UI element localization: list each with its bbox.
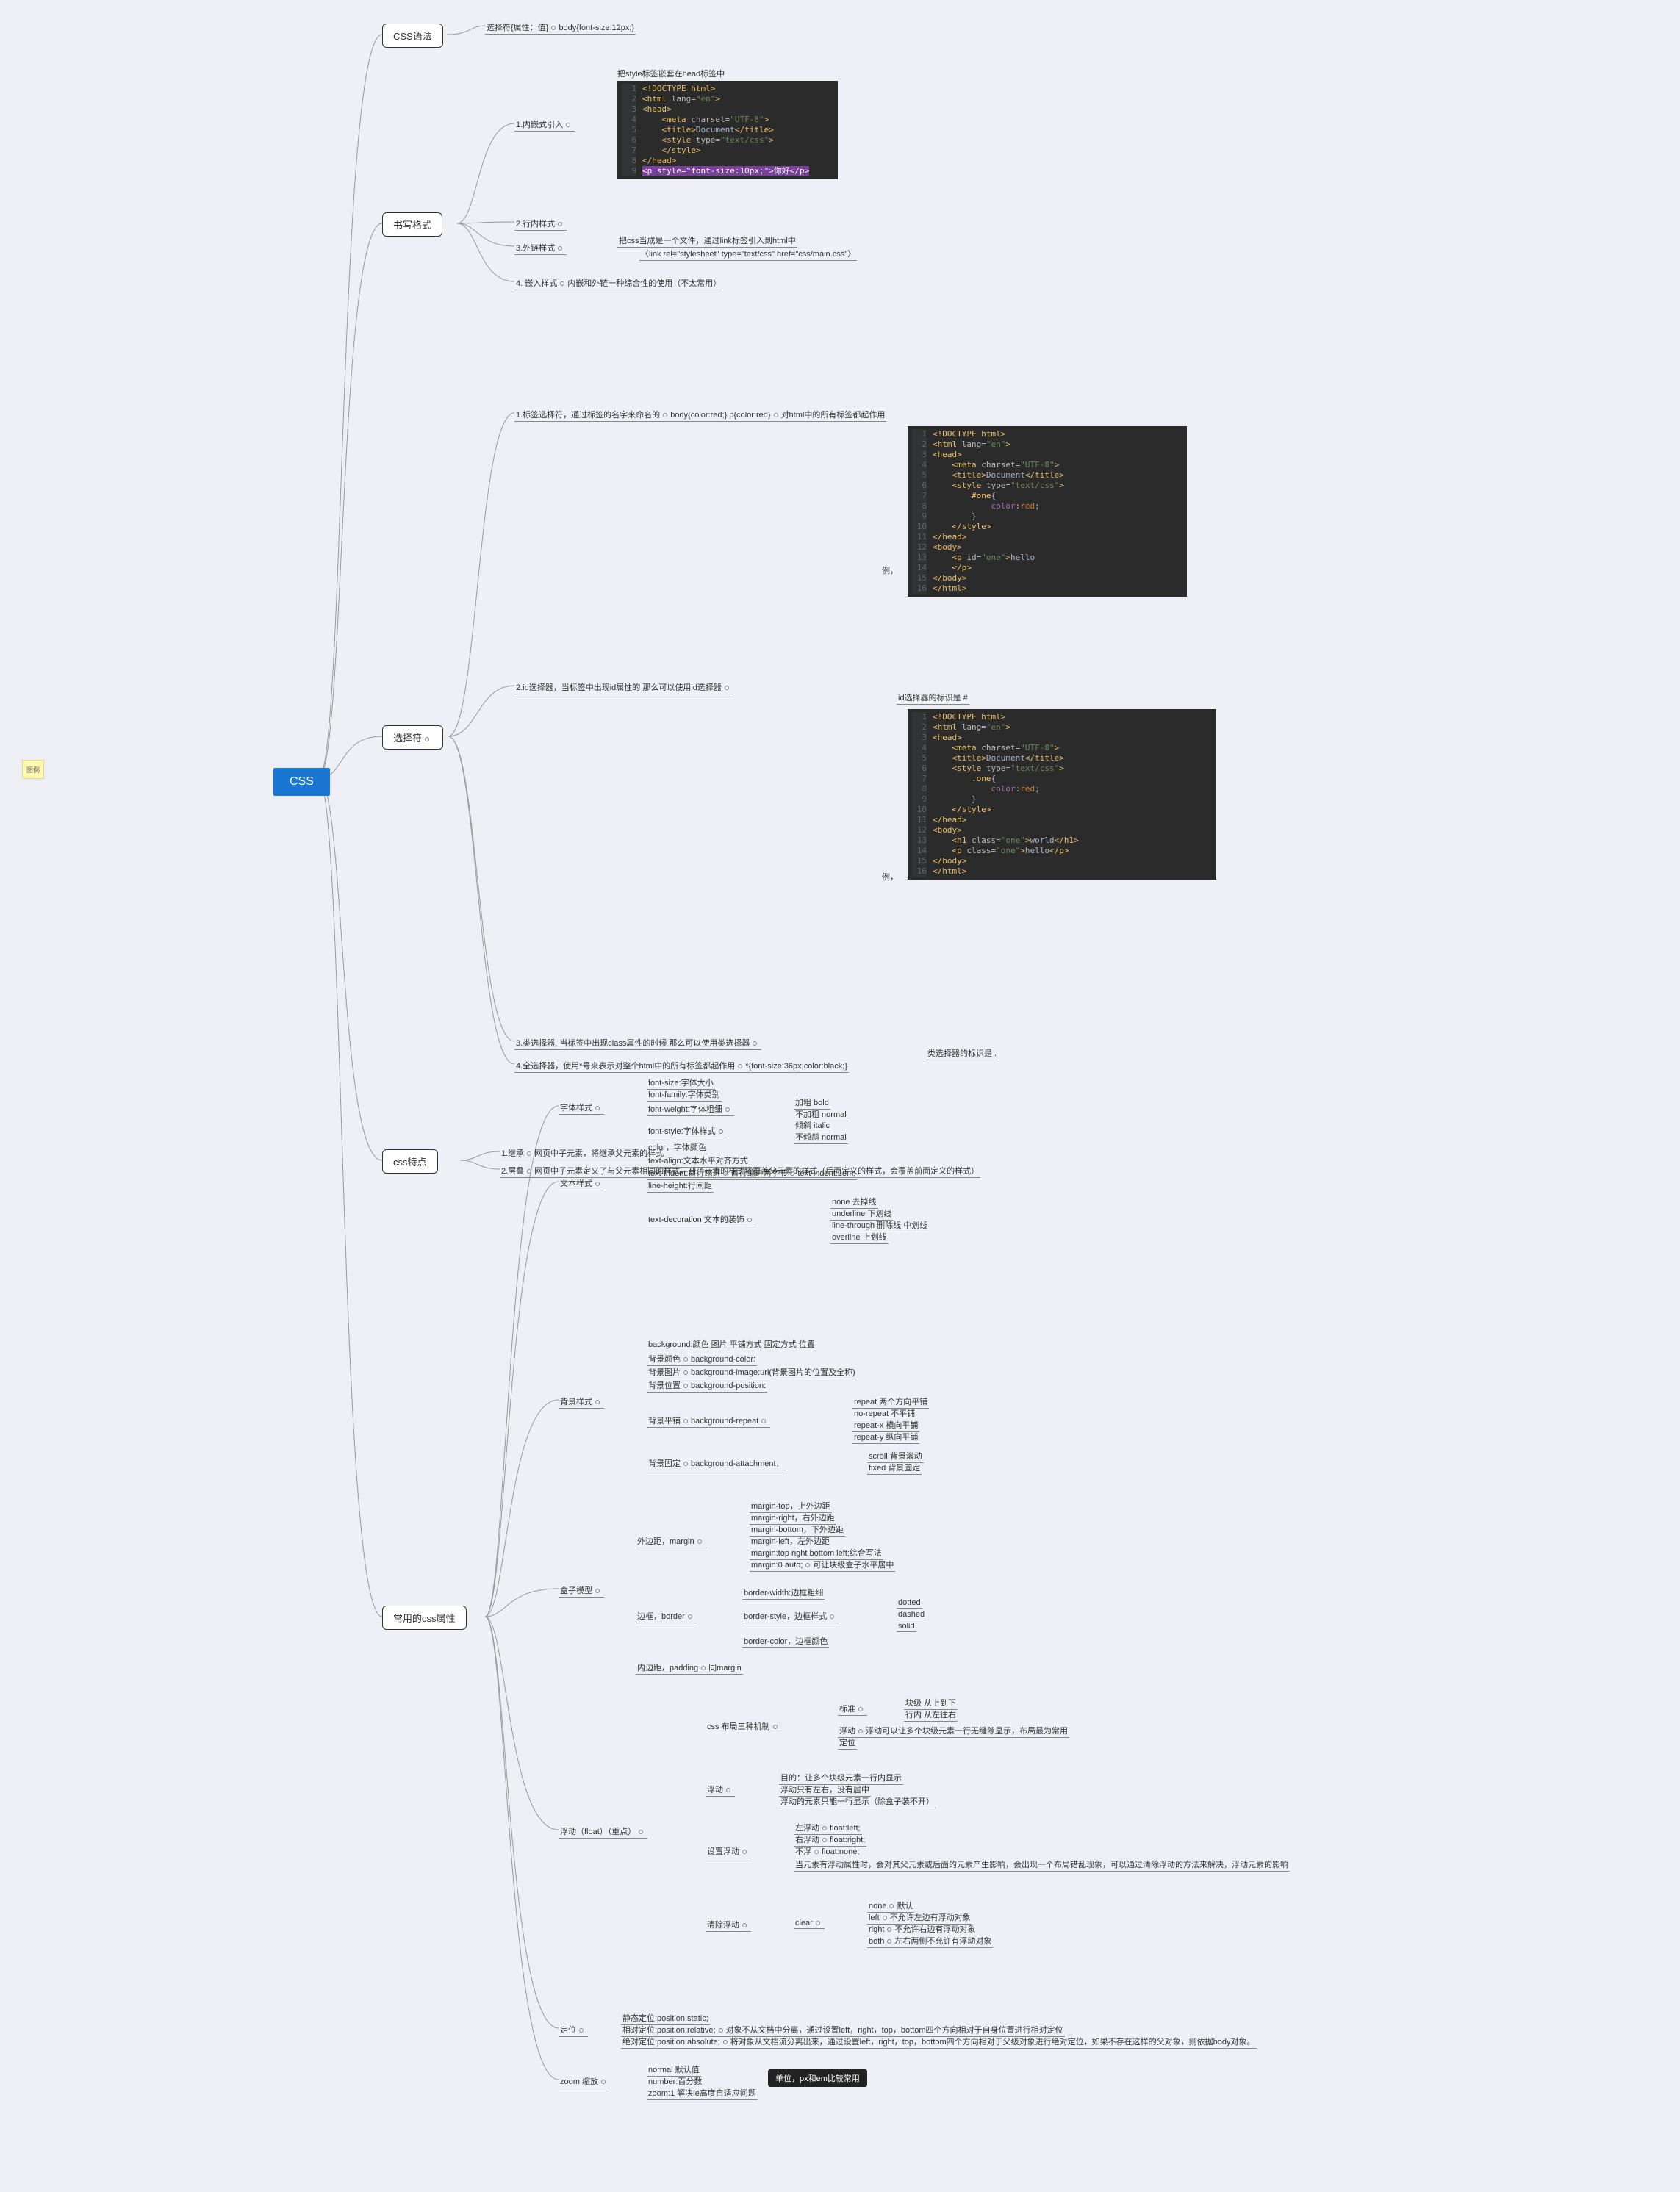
leaf-format-row: 2.行内样式: [514, 217, 567, 231]
leaf-bg-color: 背景颜色background-color:: [647, 1352, 757, 1366]
leaf-margin: 外边距，margin: [636, 1534, 706, 1548]
leaf-border-s3: solid: [897, 1621, 916, 1632]
root-css[interactable]: CSS: [273, 768, 330, 796]
leaf-sel-all: 4.全选择器，使用*号来表示对整个html中的所有标签都起作用*{font-si…: [514, 1059, 849, 1073]
leaf-font-title: 字体样式: [559, 1101, 604, 1115]
eg-cls: 例，: [882, 871, 898, 883]
node-select[interactable]: 选择符: [382, 725, 443, 750]
code-class-selector: 1<!DOCTYPE html> 2<html lang="en"> 3<hea…: [908, 709, 1216, 880]
leaf-bg-pos: 背景位置background-position:: [647, 1379, 767, 1393]
leaf-pos-title: 定位: [559, 2023, 588, 2037]
leaf-feat-inherit: 1.继承网页中子元素，将继承父元素的样式: [500, 1146, 665, 1160]
leaf-border-s1: dotted: [897, 1598, 922, 1609]
leaf-sel-id: 2.id选择器，当标签中出现id属性的 那么可以使用id选择器: [514, 680, 733, 694]
tooltip-unit: 单位，px和em比较常用: [768, 2069, 867, 2087]
leaf-set-note: 当元素有浮动属性时，会对其父元素或后面的元素产生影响，会出现一个布局错乱现象，可…: [794, 1858, 1290, 1872]
leaf-sel-cls-note: 类选择器的标识是 .: [926, 1046, 998, 1060]
leaf-font-color: color，字体颜色: [647, 1140, 708, 1154]
leaf-sel-tag: 1.标签选择符，通过标签的名字来命名的body{color:red;} p{co…: [514, 408, 886, 422]
node-feature[interactable]: css特点: [382, 1149, 438, 1174]
leaf-text-over: overline 上划线: [830, 1230, 889, 1244]
node-format[interactable]: 书写格式: [382, 212, 442, 237]
leaf-font-style: font-style:字体样式: [647, 1124, 728, 1138]
leaf-syntax-rule: 选择符{属性：值}body{font-size:12px;}: [485, 21, 636, 35]
leaf-zoom-title: zoom 缩放: [559, 2074, 610, 2088]
leaf-border-style: border-style，边框样式: [742, 1609, 839, 1623]
leaf-layout-pos: 定位: [838, 1736, 857, 1750]
leaf-font-weight: font-weight:字体粗细: [647, 1102, 734, 1116]
leaf-pos-abs: 绝对定位:position:absolute;将对象从文档流分离出来，通过设置l…: [621, 2035, 1257, 2049]
leaf-layout-std2: 行内 从左往右: [904, 1708, 958, 1722]
leaf-flt-c: 浮动的元素只能一行显示（除盒子装不开）: [779, 1794, 936, 1808]
leaf-font-family: font-family:字体类别: [647, 1088, 722, 1102]
leaf-bg-all: background:颜色 图片 平铺方式 固定方式 位置: [647, 1337, 816, 1351]
leaf-text-title: 文本样式: [559, 1176, 604, 1190]
leaf-float-set: 设置浮动: [706, 1844, 751, 1858]
code-head-style: 1<!DOCTYPE html> 2<html lang="en"> 3<hea…: [617, 81, 838, 179]
leaf-bg-s2: fixed 背景固定: [867, 1461, 922, 1475]
leaf-text-lh: line-height:行间距: [647, 1179, 714, 1193]
node-attrs[interactable]: 常用的css属性: [382, 1606, 467, 1630]
leaf-zoom-c: zoom:1 解决ie高度自适应问题: [647, 2086, 758, 2100]
leaf-float-layout: css 布局三种机制: [706, 1720, 782, 1733]
leaf-float-clear: 清除浮动: [706, 1918, 751, 1932]
leaf-padding: 内边距，padding同margin: [636, 1661, 743, 1675]
leaf-format-ext-n2: 〈link rel="stylesheet" type="text/css" h…: [639, 247, 857, 261]
leaf-bg-title: 背景样式: [559, 1395, 604, 1409]
leaf-bg-img: 背景图片background-image:url(背景图片的位置及全称): [647, 1365, 857, 1379]
leaf-format-ext-n1: 把css当成是一个文件，通过link标签引入到html中: [617, 234, 797, 248]
leaf-bg-repeat: 背景平铺background-repeat: [647, 1414, 770, 1428]
code-id-selector: 1<!DOCTYPE html> 2<html lang="en"> 3<hea…: [908, 426, 1187, 597]
sticky-note-legend: 图例: [22, 760, 44, 779]
leaf-sel-cls: 3.类选择器, 当标签中出现class属性的时候 那么可以使用类选择器: [514, 1036, 761, 1050]
leaf-layout-flt: 浮动浮动可以让多个块级元素一行无缝隙显示，布局最为常用: [838, 1724, 1069, 1738]
leaf-format-inline-note: 把style标签嵌套在head标签中: [617, 68, 725, 79]
leaf-clear-b: both左右两侧不允许有浮动对象: [867, 1934, 993, 1948]
leaf-float-title: 浮动（float）（重点）: [559, 1825, 647, 1839]
leaf-set-n: 不浮float:none;: [794, 1844, 861, 1858]
leaf-float-flt: 浮动: [706, 1783, 735, 1797]
leaf-box-title: 盒子模型: [559, 1584, 604, 1598]
leaf-margin-auto: margin:0 auto;可让块级盒子水平居中: [750, 1558, 895, 1572]
leaf-sel-id-note: id选择器的标识是 #: [897, 691, 969, 705]
node-syntax[interactable]: CSS语法: [382, 24, 443, 48]
leaf-text-deco: text-decoration 文本的装饰: [647, 1212, 756, 1226]
leaf-bg-attach: 背景固定background-attachment，: [647, 1456, 786, 1470]
leaf-clear: clear: [794, 1918, 825, 1929]
eg-id: 例，: [882, 564, 898, 576]
leaf-font-snormal: 不倾斜 normal: [794, 1130, 848, 1144]
leaf-border-s2: dashed: [897, 1609, 926, 1620]
leaf-layout-std: 标准: [838, 1702, 867, 1716]
leaf-border-width: border-width:边框粗细: [742, 1586, 825, 1600]
leaf-format-embed: 4. 嵌入样式内嵌和外链一种综合性的使用（不太常用）: [514, 276, 722, 290]
leaf-border: 边框，border: [636, 1609, 697, 1623]
leaf-border-color: border-color，边框颜色: [742, 1634, 829, 1648]
leaf-bg-r4: repeat-y 纵向平铺: [852, 1430, 919, 1444]
leaf-format-ext: 3.外链样式: [514, 241, 567, 255]
leaf-format-inline: 1.内嵌式引入: [514, 118, 575, 132]
